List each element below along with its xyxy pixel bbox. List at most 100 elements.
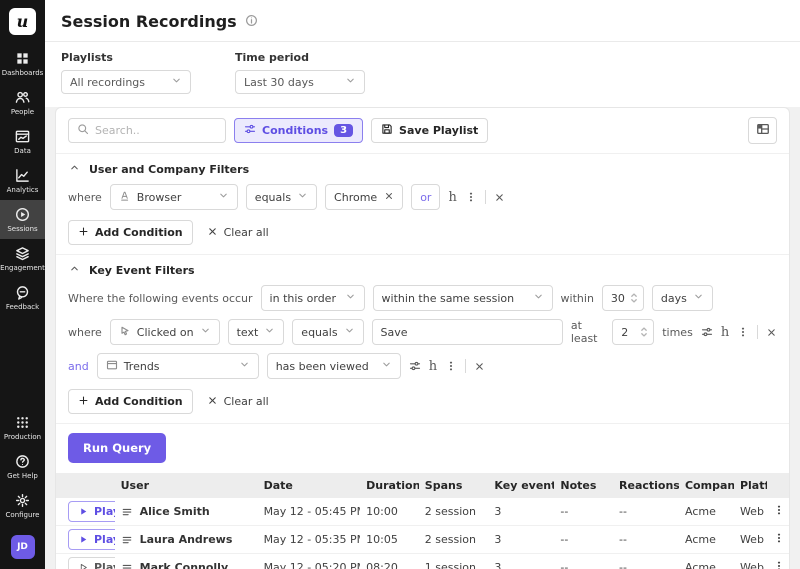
recordings-table-wrap: User Date Duration Spans Key events Note… (56, 473, 789, 569)
sidebar-item-data[interactable]: Data (0, 122, 45, 161)
window-icon (106, 359, 118, 374)
stepper-arrows-icon[interactable] (630, 291, 638, 305)
page-header: Session Recordings (45, 0, 800, 42)
time-period-filter: Time period Last 30 days (235, 51, 365, 94)
occurrence-row: Where the following events occur in this… (56, 281, 789, 315)
time-period-select[interactable]: Last 30 days (235, 70, 365, 94)
sidebar-item-feedback[interactable]: Feedback (0, 278, 45, 317)
event-select[interactable]: Trends (97, 353, 259, 379)
filter-sliders-icon[interactable] (701, 326, 713, 338)
sidebar-item-get-help[interactable]: Get Help (0, 447, 45, 486)
plus-icon (78, 226, 89, 240)
sidebar-item-label: Get Help (7, 472, 38, 480)
sidebar-item-dashboards[interactable]: Dashboards (0, 44, 45, 83)
remove-condition-icon[interactable] (766, 327, 777, 338)
value-input[interactable] (381, 326, 554, 339)
scope-select[interactable]: within the same session (373, 285, 553, 311)
sidebar-item-engagement[interactable]: Engagement (0, 239, 45, 278)
row-menu-icon[interactable] (773, 532, 785, 544)
operator-select[interactable]: equals (292, 319, 363, 345)
cell-key-events: 3 (488, 526, 554, 554)
conditions-button[interactable]: Conditions 3 (234, 118, 363, 143)
value-chip-box[interactable]: Chrome (325, 184, 403, 210)
table-row: Play Laura Andrews May 12 - 05:35 PM 10:… (56, 526, 789, 554)
filter-bar: Playlists All recordings Time period Las… (45, 42, 800, 107)
playlists-select[interactable]: All recordings (61, 70, 191, 94)
run-query-button[interactable]: Run Query (68, 433, 166, 463)
where-label: where (68, 191, 102, 204)
group-icon[interactable]: h (429, 360, 437, 373)
stepper-arrows-icon[interactable] (640, 325, 648, 339)
more-options-icon[interactable] (737, 326, 749, 338)
engagement-icon (15, 246, 30, 261)
group-icon[interactable]: h (721, 326, 729, 339)
event-filters-header[interactable]: Key Event Filters (56, 255, 789, 281)
sidebar-item-configure[interactable]: Configure (0, 486, 45, 525)
col-spans: Spans (419, 473, 489, 498)
more-options-icon[interactable] (465, 191, 477, 203)
play-button[interactable]: Play (68, 529, 115, 550)
chevron-down-icon (200, 325, 211, 339)
more-options-icon[interactable] (445, 360, 457, 372)
property-select[interactable]: text (228, 319, 285, 345)
time-period-label: Time period (235, 51, 365, 64)
event-condition-row-1: where Clicked on text equals at least (56, 315, 789, 349)
add-condition-button[interactable]: Add Condition (68, 389, 193, 414)
remove-condition-icon[interactable] (474, 361, 485, 372)
chevron-down-icon (381, 359, 392, 373)
attribute-icon (119, 190, 131, 205)
add-condition-button[interactable]: Add Condition (68, 220, 193, 245)
group-icon[interactable]: h (448, 191, 456, 204)
col-duration: Duration (360, 473, 419, 498)
cell-duration: 10:05 (360, 526, 419, 554)
operator-select[interactable]: has been viewed (267, 353, 401, 379)
sidebar-item-production[interactable]: Production (0, 408, 45, 447)
chevron-down-icon (693, 291, 704, 305)
or-connector-button[interactable]: or (411, 184, 440, 210)
info-icon[interactable] (245, 14, 258, 30)
table-layout-button[interactable] (748, 117, 777, 144)
data-icon (15, 129, 30, 144)
property-value: text (237, 326, 259, 339)
session-list-icon (121, 534, 133, 546)
user-filters-header[interactable]: User and Company Filters (56, 154, 789, 180)
clear-all-button[interactable]: Clear all (207, 226, 269, 240)
content-background: Conditions 3 Save Playlist User and Comp… (45, 107, 800, 569)
app-logo[interactable]: u (9, 8, 36, 35)
unit-select[interactable]: days (652, 285, 713, 311)
user-avatar[interactable]: JD (11, 535, 35, 559)
sidebar-item-sessions[interactable]: Sessions (0, 200, 45, 239)
clear-all-button[interactable]: Clear all (207, 395, 269, 409)
play-button[interactable]: Play (68, 557, 115, 569)
cell-duration: 10:00 (360, 498, 419, 526)
chip-remove-icon[interactable] (384, 191, 394, 204)
play-icon (79, 507, 88, 516)
help-icon (15, 454, 30, 469)
sidebar-item-label: Feedback (6, 303, 39, 311)
play-button[interactable]: Play (68, 501, 115, 522)
field-select[interactable]: Browser (110, 184, 238, 210)
sidebar-item-analytics[interactable]: Analytics (0, 161, 45, 200)
sidebar-item-label: Data (14, 147, 31, 155)
within-value-input[interactable] (611, 292, 625, 305)
row-menu-icon[interactable] (773, 504, 785, 516)
order-select[interactable]: in this order (261, 285, 365, 311)
where-label: where (68, 326, 102, 339)
save-playlist-button[interactable]: Save Playlist (371, 118, 488, 143)
event-select[interactable]: Clicked on (110, 319, 220, 345)
chevron-down-icon (264, 325, 275, 339)
row-menu-icon[interactable] (773, 560, 785, 569)
cell-date: May 12 - 05:45 PM (258, 498, 361, 526)
clear-icon (207, 395, 218, 409)
session-list-icon (121, 506, 133, 518)
filter-sliders-icon[interactable] (409, 360, 421, 372)
cell-user: Mark Connolly (140, 561, 229, 569)
cell-reactions: -- (613, 554, 679, 569)
count-input[interactable] (621, 326, 635, 339)
clear-all-label: Clear all (224, 395, 269, 408)
add-condition-label: Add Condition (95, 395, 183, 408)
remove-condition-icon[interactable] (494, 192, 505, 203)
sidebar-item-people[interactable]: People (0, 83, 45, 122)
search-input[interactable] (95, 124, 217, 137)
operator-select[interactable]: equals (246, 184, 317, 210)
